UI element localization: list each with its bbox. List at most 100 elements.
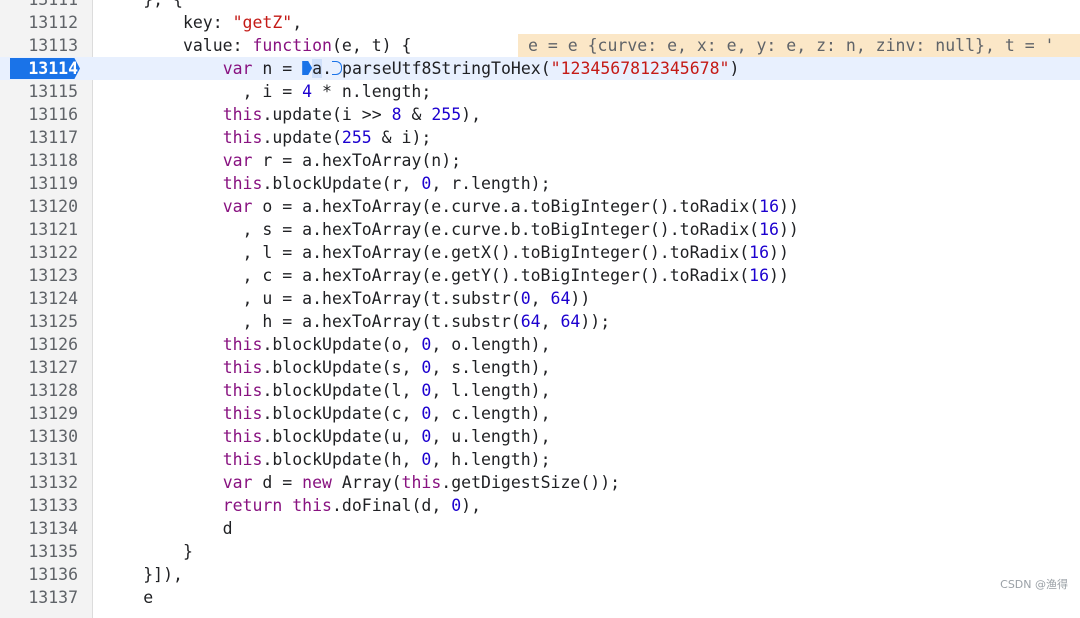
code-token: , u.length), [431, 427, 551, 446]
inline-breakpoint-icon[interactable] [332, 61, 343, 75]
code-text: d [24, 517, 233, 540]
code-line: 13111 }, { [0, 0, 1080, 11]
code-token: , i = [24, 82, 303, 101]
code-token: 16 [749, 243, 770, 262]
code-token: 255 [431, 105, 462, 124]
code-line: 13122 , l = a.hexToArray(e.getX().toBigI… [0, 241, 1080, 264]
code-token: 16 [749, 266, 770, 285]
code-token: , [540, 312, 561, 331]
code-token: ) [729, 59, 740, 78]
code-token: 0 [421, 381, 432, 400]
code-token: , c = a.hexToArray(e.getY().toBigInteger… [24, 266, 750, 285]
code-token: "getZ" [232, 13, 293, 32]
code-line: 13131 this.blockUpdate(h, 0, h.length); [0, 448, 1080, 471]
code-line: 13120 var o = a.hexToArray(e.curve.a.toB… [0, 195, 1080, 218]
code-token: (e, t) { [331, 36, 412, 55]
code-token: .update(i >> [262, 105, 392, 124]
code-token: 0 [421, 358, 432, 377]
code-token: return [222, 496, 283, 515]
code-line: 13114 var n = a. parseUtf8StringToHex("12… [0, 57, 1080, 80]
code-text: this.blockUpdate(r, 0, r.length); [24, 172, 551, 195]
code-token: 0 [520, 289, 531, 308]
code-token: 0 [421, 174, 432, 193]
code-token: , l.length), [431, 381, 551, 400]
code-token: this [222, 381, 263, 400]
code-token: var [222, 59, 253, 78]
code-token: , h = a.hexToArray(t.substr( [24, 312, 521, 331]
code-text: this.blockUpdate(o, 0, o.length), [24, 333, 551, 356]
code-text: }, { [24, 0, 183, 11]
code-text: , s = a.hexToArray(e.curve.b.toBigIntege… [24, 218, 799, 241]
code-text: }]), [24, 563, 183, 586]
code-line: 13117 this.update(255 & i); [0, 126, 1080, 149]
code-text: , i = 4 * n.length; [24, 80, 432, 103]
code-line: 13116 this.update(i >> 8 & 255), [0, 103, 1080, 126]
code-token: .blockUpdate(l, [262, 381, 422, 400]
code-line: 13123 , c = a.hexToArray(e.getY().toBigI… [0, 264, 1080, 287]
code-text: this.update(i >> 8 & 255), [24, 103, 481, 126]
watermark: CSDN @渔得 [1000, 578, 1068, 591]
code-token: .blockUpdate(o, [262, 335, 422, 354]
code-line: 13127 this.blockUpdate(s, 0, s.length), [0, 356, 1080, 379]
code-token: * n.length; [312, 82, 432, 101]
code-token: parseUtf8StringToHex( [342, 59, 551, 78]
code-line: 13135 } [0, 540, 1080, 563]
code-token: .blockUpdate(s, [262, 358, 422, 377]
code-token: this [292, 496, 332, 515]
code-line: 13124 , u = a.hexToArray(t.substr(0, 64)… [0, 287, 1080, 310]
code-token: 0 [421, 404, 432, 423]
code-token: d [24, 519, 233, 538]
code-line: 13137 e [0, 586, 1080, 609]
scope-value-hint[interactable]: e = e {curve: e, x: e, y: e, z: n, zinv:… [518, 34, 1080, 57]
code-line: 13136 }]), [0, 563, 1080, 586]
code-token: 0 [451, 496, 462, 515]
code-token: .blockUpdate(h, [262, 450, 422, 469]
code-token: d = [252, 473, 303, 492]
code-token: "1234567812345678" [550, 59, 730, 78]
code-text: this.blockUpdate(h, 0, h.length); [24, 448, 551, 471]
code-text: , h = a.hexToArray(t.substr(64, 64)); [24, 310, 611, 333]
code-token: 0 [421, 450, 432, 469]
code-token: } [24, 542, 193, 561]
code-text: this.blockUpdate(s, 0, s.length), [24, 356, 551, 379]
code-token: var [222, 197, 253, 216]
code-text: } [24, 540, 193, 563]
code-token: a [312, 59, 323, 78]
code-token: , l = a.hexToArray(e.getX().toBigInteger… [24, 243, 750, 262]
code-line: 13121 , s = a.hexToArray(e.curve.b.toBig… [0, 218, 1080, 241]
code-token: )) [778, 220, 799, 239]
code-token: , s = a.hexToArray(e.curve.b.toBigIntege… [24, 220, 760, 239]
code-token: .blockUpdate(u, [262, 427, 422, 446]
code-text: this.blockUpdate(c, 0, c.length), [24, 402, 551, 425]
code-text: , l = a.hexToArray(e.getX().toBigInteger… [24, 241, 789, 264]
code-text: return this.doFinal(d, 0), [24, 494, 481, 517]
code-token: o = a.hexToArray(e.curve.a.toBigInteger(… [252, 197, 760, 216]
code-token: this [222, 404, 263, 423]
code-text: , u = a.hexToArray(t.substr(0, 64)) [24, 287, 591, 310]
code-token: & [401, 105, 432, 124]
code-token: key: [24, 13, 233, 32]
code-line: 13130 this.blockUpdate(u, 0, u.length), [0, 425, 1080, 448]
code-token: .doFinal(d, [331, 496, 452, 515]
code-token: var [222, 473, 253, 492]
code-token: .blockUpdate(r, [262, 174, 422, 193]
code-token: this [222, 450, 263, 469]
code-line: 13118 var r = a.hexToArray(n); [0, 149, 1080, 172]
code-token: Array( [331, 473, 402, 492]
code-line: 13132 var d = new Array(this.getDigestSi… [0, 471, 1080, 494]
code-token: )) [769, 266, 789, 285]
code-token: function [252, 36, 332, 55]
code-token: 8 [391, 105, 402, 124]
code-token: .blockUpdate(c, [262, 404, 422, 423]
code-text: var n = a. parseUtf8StringToHex("12345678… [24, 57, 739, 80]
code-token: , s.length), [431, 358, 551, 377]
execution-pointer-icon[interactable] [302, 61, 313, 75]
